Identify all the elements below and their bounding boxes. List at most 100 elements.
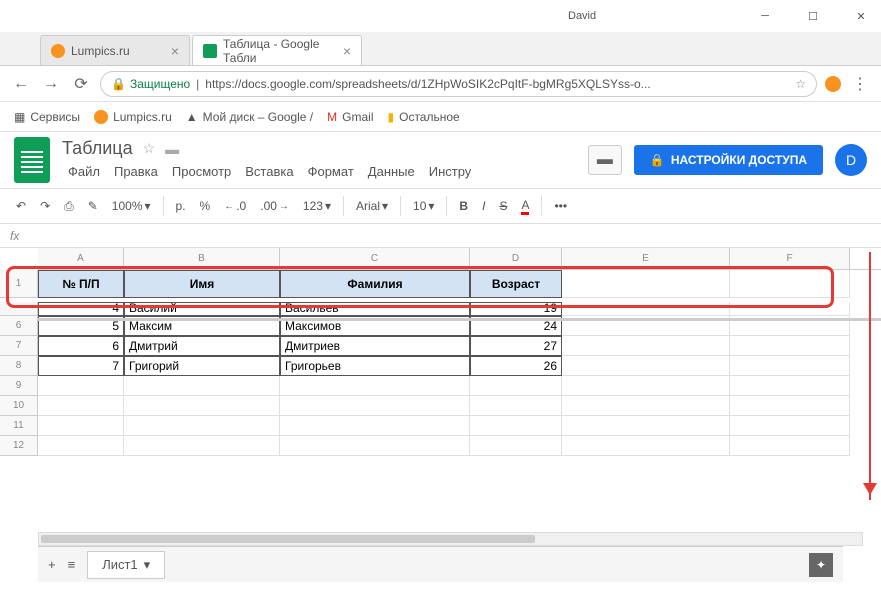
cell[interactable]: Григорий bbox=[124, 356, 280, 376]
bookmark-drive[interactable]: ▲Мой диск – Google / bbox=[186, 110, 313, 124]
cell[interactable] bbox=[562, 336, 730, 356]
cell[interactable] bbox=[280, 376, 470, 396]
cell[interactable] bbox=[470, 376, 562, 396]
cell[interactable] bbox=[562, 376, 730, 396]
chevron-down-icon[interactable]: ▾ bbox=[144, 557, 151, 573]
close-icon[interactable]: × bbox=[171, 43, 179, 59]
cell[interactable] bbox=[470, 396, 562, 416]
close-icon[interactable]: × bbox=[343, 43, 351, 59]
increase-decimal-button[interactable]: .00→ bbox=[254, 195, 295, 217]
spreadsheet-grid[interactable]: A B C D E F 1 № П/П Имя Фамилия Возраст … bbox=[0, 248, 881, 508]
cell[interactable] bbox=[562, 416, 730, 436]
document-title[interactable]: Таблица bbox=[62, 138, 133, 159]
star-icon[interactable]: ☆ bbox=[143, 140, 156, 157]
row-header[interactable]: 7 bbox=[0, 336, 38, 356]
zoom-select[interactable]: 100% ▾ bbox=[106, 195, 157, 217]
cell[interactable] bbox=[562, 396, 730, 416]
cell[interactable] bbox=[730, 416, 850, 436]
cell[interactable] bbox=[124, 396, 280, 416]
header-cell-name[interactable]: Имя bbox=[124, 270, 280, 298]
extension-icon[interactable] bbox=[825, 76, 841, 92]
frozen-divider[interactable] bbox=[38, 318, 881, 321]
all-sheets-button[interactable]: ≡ bbox=[68, 557, 76, 572]
cell[interactable]: Василий bbox=[124, 302, 280, 316]
cell[interactable] bbox=[124, 436, 280, 456]
cell[interactable]: Дмитрий bbox=[124, 336, 280, 356]
cell[interactable] bbox=[38, 376, 124, 396]
back-button[interactable]: ← bbox=[10, 73, 32, 95]
cell[interactable]: 27 bbox=[470, 336, 562, 356]
col-header[interactable]: F bbox=[730, 248, 850, 269]
cell[interactable] bbox=[562, 356, 730, 376]
minimize-button[interactable]: ─ bbox=[753, 4, 777, 28]
row-header[interactable]: 1 bbox=[0, 270, 38, 298]
comments-button[interactable]: ▬ bbox=[588, 145, 622, 175]
star-icon[interactable]: ☆ bbox=[795, 77, 806, 91]
col-header[interactable]: C bbox=[280, 248, 470, 269]
cell[interactable]: Дмитриев bbox=[280, 336, 470, 356]
menu-tools[interactable]: Инстру bbox=[423, 161, 478, 182]
apps-button[interactable]: ▦Сервисы bbox=[14, 110, 80, 124]
row-header[interactable]: 9 bbox=[0, 376, 38, 396]
bold-button[interactable]: B bbox=[453, 195, 474, 217]
forward-button[interactable]: → bbox=[40, 73, 62, 95]
row-header[interactable]: 8 bbox=[0, 356, 38, 376]
cell[interactable] bbox=[280, 396, 470, 416]
cell[interactable] bbox=[730, 336, 850, 356]
decrease-decimal-button[interactable]: ←.0 bbox=[218, 195, 252, 217]
header-cell-num[interactable]: № П/П bbox=[38, 270, 124, 298]
reload-button[interactable]: ⟳ bbox=[70, 73, 92, 95]
font-select[interactable]: Arial ▾ bbox=[350, 195, 394, 217]
browser-tab-lumpics[interactable]: Lumpics.ru × bbox=[40, 35, 190, 65]
cell[interactable] bbox=[38, 396, 124, 416]
header-cell-surname[interactable]: Фамилия bbox=[280, 270, 470, 298]
print-button[interactable]: ⎙ bbox=[58, 195, 80, 218]
cell[interactable] bbox=[470, 416, 562, 436]
more-button[interactable]: ••• bbox=[548, 195, 573, 217]
col-header[interactable]: B bbox=[124, 248, 280, 269]
paint-format-button[interactable]: ✎ bbox=[82, 195, 104, 217]
row-header[interactable]: 10 bbox=[0, 396, 38, 416]
cell[interactable] bbox=[730, 396, 850, 416]
maximize-button[interactable]: ☐ bbox=[801, 4, 825, 28]
undo-button[interactable]: ↶ bbox=[10, 195, 32, 217]
row-header[interactable]: 6 bbox=[0, 316, 38, 336]
cell[interactable]: Васильев bbox=[280, 302, 470, 316]
browser-tab-sheets[interactable]: Таблица - Google Табли × bbox=[192, 35, 362, 65]
url-bar[interactable]: 🔒 Защищено | https://docs.google.com/spr… bbox=[100, 71, 817, 97]
cell[interactable] bbox=[730, 376, 850, 396]
redo-button[interactable]: ↷ bbox=[34, 195, 56, 217]
cell[interactable] bbox=[730, 436, 850, 456]
sheets-logo-icon[interactable] bbox=[14, 137, 50, 183]
bookmark-gmail[interactable]: MGmail bbox=[327, 110, 373, 124]
cell[interactable] bbox=[562, 270, 730, 298]
col-header[interactable]: E bbox=[562, 248, 730, 269]
bookmark-lumpics[interactable]: Lumpics.ru bbox=[94, 110, 172, 124]
bookmark-other[interactable]: ▮Остальное bbox=[388, 110, 460, 124]
add-sheet-button[interactable]: + bbox=[48, 557, 56, 572]
row-header[interactable]: 11 bbox=[0, 416, 38, 436]
cell[interactable]: 6 bbox=[38, 336, 124, 356]
menu-file[interactable]: Файл bbox=[62, 161, 106, 182]
cell[interactable] bbox=[280, 416, 470, 436]
cell[interactable]: 4 bbox=[38, 302, 124, 316]
user-avatar[interactable]: D bbox=[835, 144, 867, 176]
cell[interactable] bbox=[280, 436, 470, 456]
share-button[interactable]: 🔒НАСТРОЙКИ ДОСТУПА bbox=[634, 145, 823, 175]
row-header[interactable] bbox=[0, 302, 38, 316]
cell[interactable] bbox=[730, 270, 850, 298]
row-header[interactable]: 12 bbox=[0, 436, 38, 456]
percent-button[interactable]: % bbox=[194, 195, 217, 217]
sheet-tab[interactable]: Лист1 ▾ bbox=[87, 551, 165, 579]
col-header[interactable]: D bbox=[470, 248, 562, 269]
cell[interactable]: Григорьев bbox=[280, 356, 470, 376]
close-button[interactable]: ✕ bbox=[849, 4, 873, 28]
formula-bar[interactable]: fx bbox=[0, 224, 881, 248]
cell[interactable] bbox=[730, 356, 850, 376]
text-color-button[interactable]: A bbox=[515, 194, 535, 219]
font-size-select[interactable]: 10 ▾ bbox=[407, 195, 440, 217]
cell[interactable] bbox=[38, 416, 124, 436]
cell[interactable] bbox=[730, 302, 850, 316]
menu-format[interactable]: Формат bbox=[302, 161, 360, 182]
format-select[interactable]: 123 ▾ bbox=[297, 195, 337, 217]
